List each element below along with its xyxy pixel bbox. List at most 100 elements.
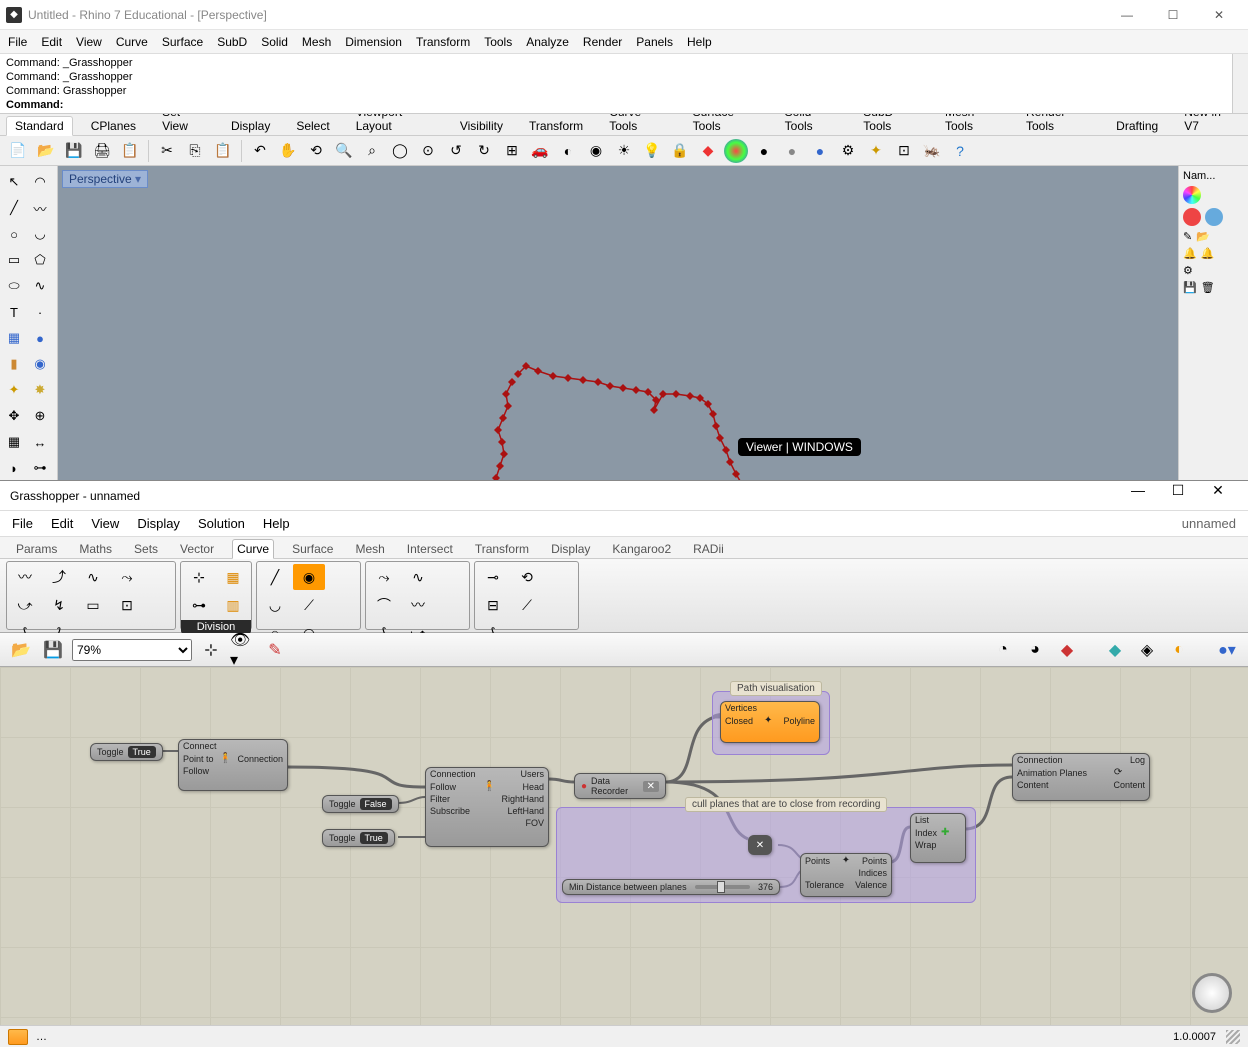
options-icon[interactable]: ⚙ [836,139,860,163]
bell-icon[interactable]: 🔔 [1183,247,1197,260]
folder-icon[interactable]: 📂 [1196,230,1210,243]
redo-view-icon[interactable]: ↻ [472,139,496,163]
menu-item[interactable]: View [76,35,102,49]
help-icon[interactable]: ? [948,139,972,163]
gh-tab[interactable]: Kangaroo2 [608,540,675,558]
resize-grip-icon[interactable] [1226,1030,1240,1044]
sphere1-icon[interactable]: ● [752,139,776,163]
gh-menu-item[interactable]: Display [137,516,180,531]
preview-off-icon[interactable]: ◆ [1102,637,1128,663]
dim-icon[interactable]: ↔ [28,430,52,454]
node-polyline[interactable]: Vertices Closed✦Polyline [720,701,820,743]
lock-icon[interactable]: 🔒 [668,139,692,163]
preview-icon[interactable]: 👁▾ [230,637,256,663]
settings-icon[interactable]: ●▾ [1214,637,1240,663]
bell2-icon[interactable]: 🔔 [1201,247,1215,260]
compass-knob[interactable] [1192,973,1232,1013]
gh-tab[interactable]: Display [547,540,594,558]
boolean-icon[interactable]: ✦ [2,378,26,402]
node-cull-duplicate[interactable]: ✕ [748,835,772,855]
undo-view-icon[interactable]: ↺ [444,139,468,163]
box-icon[interactable]: ▦ [2,326,26,350]
text-icon[interactable]: T [2,300,26,324]
node-connection[interactable]: Connect Point to🧍Connection Follow [178,739,288,791]
layer-icon[interactable]: ☀ [612,139,636,163]
light-icon[interactable]: 💡 [640,139,664,163]
component-icon[interactable]: 〰 [9,564,41,590]
render-icon[interactable]: ◆ [696,139,720,163]
minimize-button[interactable]: — [1104,1,1150,29]
arc-icon[interactable]: ◡ [28,222,52,246]
move-icon[interactable]: ✥ [2,404,26,428]
gh-tab[interactable]: Params [12,540,61,558]
menu-item[interactable]: Curve [116,35,148,49]
gh-tab[interactable]: Mesh [351,540,388,558]
save-icon[interactable]: 💾 [1183,281,1197,294]
toolbar-tab[interactable]: CPlanes [83,117,144,135]
lasso-icon[interactable]: ◠ [28,170,52,194]
named-view-icon[interactable]: ◐ [556,139,580,163]
component-icon[interactable]: ∿ [77,564,109,590]
delete-icon[interactable]: 🗑 [1201,281,1215,294]
gh-menu-item[interactable]: File [12,516,33,531]
polyline-icon[interactable]: 〰 [28,196,52,220]
maximize-button[interactable]: ☐ [1150,1,1196,29]
clipboard-icon[interactable]: 📋 [211,139,235,163]
component-icon[interactable]: ⤻ [9,592,41,618]
component-icon[interactable]: ⟋ [511,592,543,618]
undo-icon[interactable]: ↶ [248,139,272,163]
component-icon[interactable]: ⤳ [111,564,143,590]
component-icon[interactable]: ⟋ [293,592,325,618]
toolbar-tab[interactable]: Display [223,117,278,135]
mesh-icon[interactable]: ▦ [2,430,26,454]
node-animation-planes[interactable]: ConnectionLog Animation Planes⟳ ContentC… [1012,753,1150,801]
copy-icon[interactable]: ⎘ [183,139,207,163]
blue-icon[interactable] [1205,208,1223,226]
component-icon[interactable]: ∿ [402,564,434,590]
node-cull-points[interactable]: Points✦Points Indices ToleranceValence [800,853,892,897]
menu-item[interactable]: Render [583,35,622,49]
autosave-icon[interactable] [8,1029,28,1045]
gh-menu-item[interactable]: Help [263,516,290,531]
properties-icon[interactable]: ✦ [864,139,888,163]
line-icon[interactable]: ╱ [2,196,26,220]
menu-item[interactable]: Dimension [345,35,402,49]
gh-tab[interactable]: Transform [471,540,533,558]
component-icon[interactable]: ⟲ [511,564,543,590]
sphere-icon[interactable]: ● [28,326,52,350]
close-button[interactable]: ✕ [1196,1,1242,29]
paste-icon[interactable]: 📋 [118,139,142,163]
revolve-icon[interactable]: ◉ [28,352,52,376]
zoom-window-icon[interactable]: ⌕ [360,139,384,163]
cut-icon[interactable]: ✂ [155,139,179,163]
menu-item[interactable]: Help [687,35,712,49]
sphere2-icon[interactable]: ● [780,139,804,163]
gh-tab[interactable]: Sets [130,540,162,558]
component-icon[interactable]: ⤳ [368,564,400,590]
component-icon[interactable]: ◡ [259,592,291,618]
gh-canvas[interactable]: Path visualisation cull planes that are … [0,667,1248,1025]
settings-icon[interactable]: ⚙ [1183,264,1193,277]
red-icon[interactable] [1183,208,1201,226]
component-icon[interactable]: ⊶ [183,592,215,618]
zoom-fit-icon[interactable]: ⊹ [198,637,224,663]
menu-item[interactable]: Panels [636,35,673,49]
sphere3-icon[interactable]: ● [808,139,832,163]
component-icon[interactable]: ⊹ [183,564,215,590]
node-list-item[interactable]: List Index✚ Wrap [910,813,966,863]
component-icon[interactable]: ◉ [293,564,325,590]
node-data-recorder[interactable]: ●Data Recorder✕ [574,773,666,799]
menu-item[interactable]: Mesh [302,35,331,49]
zoom-in-icon[interactable]: 🔍 [332,139,356,163]
menu-item[interactable]: Surface [162,35,203,49]
preview-sel-icon[interactable]: ◈ [1134,637,1160,663]
component-icon[interactable]: ⊟ [477,592,509,618]
four-view-icon[interactable]: ⊞ [500,139,524,163]
menu-item[interactable]: Solid [261,35,288,49]
sel-icon[interactable]: ◉ [584,139,608,163]
new-icon[interactable]: 📄 [6,139,30,163]
copy-tool-icon[interactable]: ⊕ [28,404,52,428]
rect-icon[interactable]: ▭ [2,248,26,272]
extrude-icon[interactable]: ▮ [2,352,26,376]
node-toggle[interactable]: Toggle False [322,795,399,813]
